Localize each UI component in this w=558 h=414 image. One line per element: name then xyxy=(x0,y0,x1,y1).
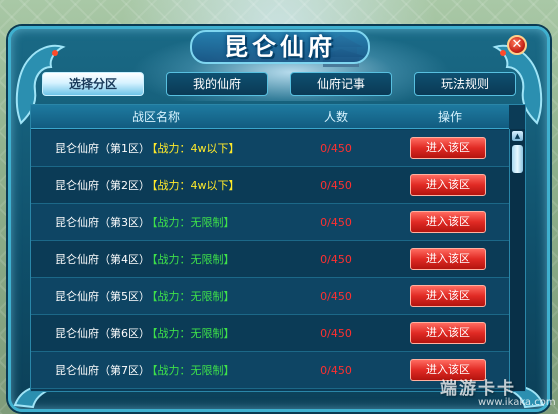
zone-name: 昆仑仙府（第4区） xyxy=(55,253,150,266)
close-button[interactable]: ✕ xyxy=(507,35,527,55)
power-requirement: 【战力：无限制】 xyxy=(152,327,235,340)
enter-zone-button[interactable]: 进入该区 xyxy=(410,285,486,307)
zone-name-cell: 昆仑仙府（第7区） 【战力：无限制】 xyxy=(31,352,281,389)
zone-name: 昆仑仙府（第7区） xyxy=(55,364,150,377)
enter-zone-button[interactable]: 进入该区 xyxy=(410,248,486,270)
table-row: 昆仑仙府（第5区） 【战力：无限制】 0/450 进入该区 xyxy=(31,278,509,315)
table-row: 昆仑仙府（第3区） 【战力：无限制】 0/450 进入该区 xyxy=(31,204,509,241)
column-header-name: 战区名称 xyxy=(131,110,180,124)
scrollbar[interactable]: ▲ xyxy=(509,129,525,391)
watermark-url: www.ikaka.com xyxy=(478,397,556,408)
tab-bar: 选择分区 我的仙府 仙府记事 玩法规则 xyxy=(42,72,516,98)
player-count: 0/450 xyxy=(320,290,352,303)
table-row: 昆仑仙府（第2区） 【战力：4w以下】 0/450 进入该区 xyxy=(31,167,509,204)
enter-zone-button[interactable]: 进入该区 xyxy=(410,137,486,159)
watermark-brand: 端游卡卡 xyxy=(440,379,516,399)
tab-mansion-log[interactable]: 仙府记事 xyxy=(290,72,392,96)
zone-name: 昆仑仙府（第5区） xyxy=(55,290,150,303)
player-count: 0/450 xyxy=(320,327,352,340)
power-requirement: 【战力：无限制】 xyxy=(152,364,235,377)
zone-name-cell: 昆仑仙府（第1区） 【战力：4w以下】 xyxy=(31,130,281,167)
tab-select-zone[interactable]: 选择分区 xyxy=(42,72,144,96)
player-count: 0/450 xyxy=(320,179,352,192)
zone-name: 昆仑仙府（第3区） xyxy=(55,216,150,229)
table-row: 昆仑仙府（第1区） 【战力：4w以下】 0/450 进入该区 xyxy=(31,130,509,167)
player-count: 0/450 xyxy=(320,142,352,155)
tab-rules[interactable]: 玩法规则 xyxy=(414,72,516,96)
table-row: 昆仑仙府（第6区） 【战力：无限制】 0/450 进入该区 xyxy=(31,315,509,352)
zone-name-cell: 昆仑仙府（第2区） 【战力：4w以下】 xyxy=(31,167,281,204)
scroll-up-arrow-icon[interactable]: ▲ xyxy=(512,131,523,141)
table-header: 战区名称 人数 操作 xyxy=(31,105,509,129)
column-header-count: 人数 xyxy=(323,110,348,124)
column-header-op: 操作 xyxy=(437,110,462,124)
enter-zone-button[interactable]: 进入该区 xyxy=(410,322,486,344)
zone-name: 昆仑仙府（第1区） xyxy=(55,142,150,155)
tab-my-mansion[interactable]: 我的仙府 xyxy=(166,72,268,96)
enter-zone-button[interactable]: 进入该区 xyxy=(410,174,486,196)
power-requirement: 【战力：无限制】 xyxy=(152,290,235,303)
power-requirement: 【战力：4w以下】 xyxy=(152,142,240,155)
zone-name-cell: 昆仑仙府（第6区） 【战力：无限制】 xyxy=(31,315,281,352)
scroll-thumb[interactable] xyxy=(512,145,523,173)
power-requirement: 【战力：无限制】 xyxy=(152,253,235,266)
table-row: 昆仑仙府（第4区） 【战力：无限制】 0/450 进入该区 xyxy=(31,241,509,278)
enter-zone-button[interactable]: 进入该区 xyxy=(410,211,486,233)
zone-name-cell: 昆仑仙府（第3区） 【战力：无限制】 xyxy=(31,204,281,241)
player-count: 0/450 xyxy=(320,216,352,229)
zone-name-cell: 昆仑仙府（第4区） 【战力：无限制】 xyxy=(31,241,281,278)
power-requirement: 【战力：4w以下】 xyxy=(152,179,240,192)
power-requirement: 【战力：无限制】 xyxy=(152,216,235,229)
zone-table: 战区名称 人数 操作 昆仑仙府（第1区） 【战力：4w以下】 0/450 进入该区… xyxy=(30,104,526,392)
window-title: 昆仑仙府 xyxy=(224,33,336,61)
zone-name: 昆仑仙府（第2区） xyxy=(55,179,150,192)
watermark: 端游卡卡 www.ikaka.com xyxy=(430,372,556,412)
close-icon: ✕ xyxy=(511,37,523,52)
player-count: 0/450 xyxy=(320,253,352,266)
zone-name: 昆仑仙府（第6区） xyxy=(55,327,150,340)
zone-name-cell: 昆仑仙府（第5区） 【战力：无限制】 xyxy=(31,278,281,315)
player-count: 0/450 xyxy=(320,364,352,377)
